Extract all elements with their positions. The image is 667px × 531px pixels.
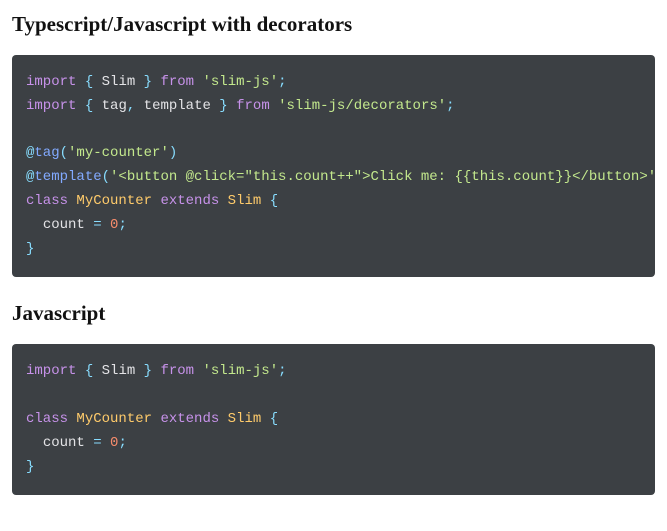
code-token: =: [93, 435, 101, 451]
code-token: count: [43, 217, 85, 233]
code-token: [76, 363, 84, 379]
code-token: class: [26, 411, 68, 427]
code-token: ;: [118, 435, 126, 451]
code-token: Slim: [228, 193, 262, 209]
section-heading: Javascript: [12, 301, 655, 326]
code-token: [135, 74, 143, 90]
code-token: 'my-counter': [68, 145, 169, 161]
code-token: tag: [34, 145, 59, 161]
code-token: Slim: [228, 411, 262, 427]
code-line: }: [26, 459, 34, 475]
code-line: @tag('my-counter'): [26, 145, 177, 161]
code-token: [76, 74, 84, 90]
code-line: count = 0;: [26, 217, 127, 233]
code-block: import { Slim } from 'slim-js'; class My…: [12, 344, 655, 495]
code-token: MyCounter: [76, 411, 152, 427]
code-token: [93, 74, 101, 90]
code-token: MyCounter: [76, 193, 152, 209]
code-token: count: [43, 435, 85, 451]
code-token: [93, 98, 101, 114]
code-token: extends: [160, 193, 219, 209]
code-token: from: [160, 363, 194, 379]
code-token: [135, 363, 143, 379]
code-token: extends: [160, 411, 219, 427]
code-token: [219, 193, 227, 209]
code-token: [261, 411, 269, 427]
code-line: import { Slim } from 'slim-js';: [26, 363, 287, 379]
code-token: Slim: [102, 363, 136, 379]
code-token: {: [85, 98, 93, 114]
code-token: ;: [278, 74, 286, 90]
code-token: }: [144, 74, 152, 90]
code-token: from: [236, 98, 270, 114]
code-token: ;: [118, 217, 126, 233]
code-token: [93, 363, 101, 379]
code-token: 'slim-js/decorators': [278, 98, 446, 114]
code-token: template: [144, 98, 211, 114]
code-line: import { tag, template } from 'slim-js/d…: [26, 98, 455, 114]
code-token: (: [60, 145, 68, 161]
code-token: ,: [127, 98, 135, 114]
code-line: count = 0;: [26, 435, 127, 451]
code-token: [26, 435, 43, 451]
code-token: [76, 98, 84, 114]
code-token: from: [160, 74, 194, 90]
code-line: import { Slim } from 'slim-js';: [26, 74, 287, 90]
code-token: template: [34, 169, 101, 185]
section-heading: Typescript/Javascript with decorators: [12, 12, 655, 37]
code-token: [228, 98, 236, 114]
code-token: Slim: [102, 74, 136, 90]
code-token: '<button @click="this.count++">Click me:…: [110, 169, 655, 185]
code-token: =: [93, 217, 101, 233]
code-token: 'slim-js': [202, 363, 278, 379]
code-token: }: [26, 241, 34, 257]
code-token: [261, 193, 269, 209]
code-token: }: [144, 363, 152, 379]
code-token: {: [270, 193, 278, 209]
code-token: [85, 217, 93, 233]
code-line: class MyCounter extends Slim {: [26, 411, 278, 427]
code-token: ): [169, 145, 177, 161]
code-token: }: [219, 98, 227, 114]
document-root: Typescript/Javascript with decorators imp…: [12, 12, 655, 495]
code-token: class: [26, 193, 68, 209]
code-token: [135, 98, 143, 114]
code-token: [219, 411, 227, 427]
code-token: import: [26, 98, 76, 114]
code-line: }: [26, 241, 34, 257]
code-token: [26, 217, 43, 233]
code-token: ;: [278, 363, 286, 379]
code-line: class MyCounter extends Slim {: [26, 193, 278, 209]
code-token: {: [85, 363, 93, 379]
code-token: import: [26, 74, 76, 90]
code-token: {: [270, 411, 278, 427]
code-token: 'slim-js': [202, 74, 278, 90]
code-token: [270, 98, 278, 114]
code-token: ;: [446, 98, 454, 114]
code-block: import { Slim } from 'slim-js'; import {…: [12, 55, 655, 277]
code-token: [102, 217, 110, 233]
code-token: (: [102, 169, 110, 185]
code-token: import: [26, 363, 76, 379]
code-token: [85, 435, 93, 451]
code-token: {: [85, 74, 93, 90]
code-token: [102, 435, 110, 451]
code-line: @template('<button @click="this.count++"…: [26, 169, 655, 185]
code-token: }: [26, 459, 34, 475]
code-token: tag: [102, 98, 127, 114]
